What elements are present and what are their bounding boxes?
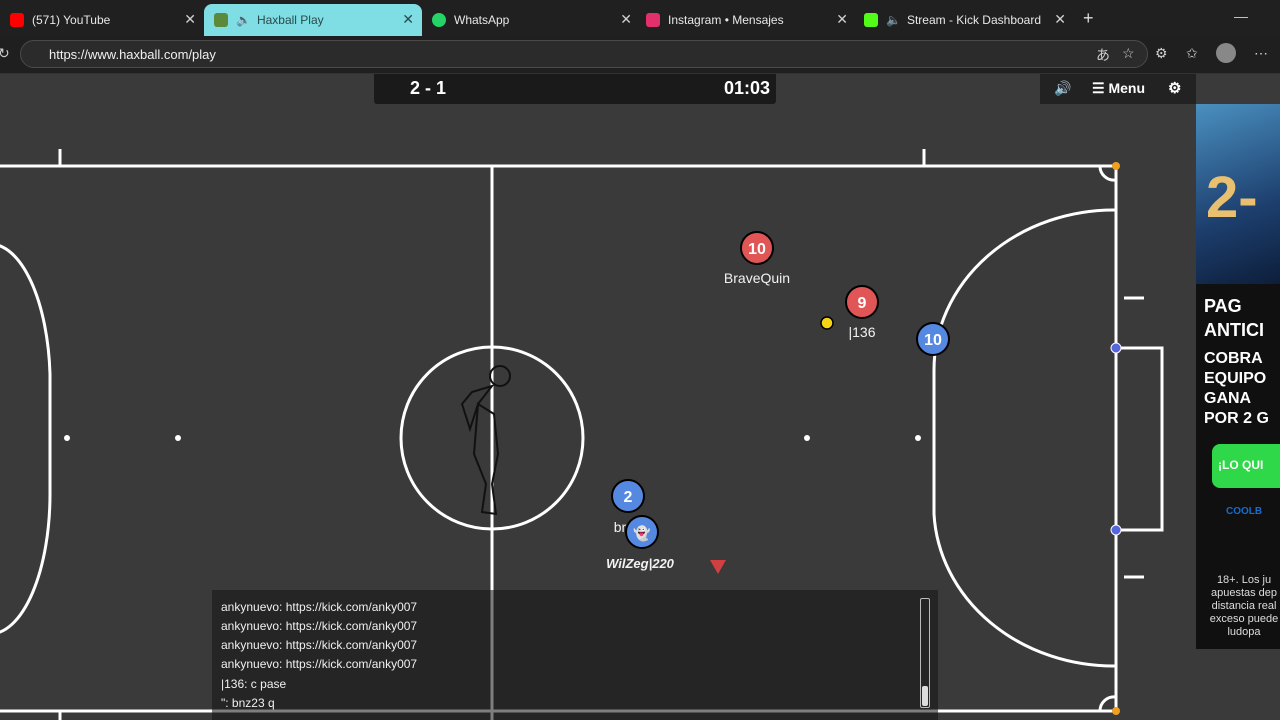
address-toolbar: ↻ https://www.haxball.com/play あ ☆ ⚙ ✩ ⋯ (0, 36, 1280, 74)
chat-message: ankynuevo: https://kick.com/anky007 (221, 638, 418, 652)
chat-message: ankynuevo: https://kick.com/anky007 (221, 600, 418, 614)
close-icon[interactable]: ✕ (1054, 11, 1066, 28)
close-icon[interactable]: ✕ (836, 11, 848, 28)
url-text[interactable]: https://www.haxball.com/play (49, 47, 216, 62)
left-area (0, 244, 52, 634)
ad-text: PAG (1204, 296, 1242, 316)
ad-headline: 2- (1206, 165, 1258, 230)
more-icon[interactable]: ⋯ (1254, 45, 1268, 62)
ad-brand: COOLB (1226, 506, 1263, 517)
score: 2 - 1 (410, 78, 447, 98)
minimize-icon[interactable]: — (1234, 8, 1248, 24)
close-icon[interactable]: ✕ (620, 11, 632, 28)
player-number: 9 (858, 295, 867, 312)
ad-text: GANA (1204, 390, 1252, 407)
advertisement[interactable]: 2- PAG ANTICI COBRA EQUIPO GANA POR 2 G … (1196, 104, 1280, 649)
ad-disclaimer: 18+. Los ju apuestas dep distancia real … (1209, 574, 1279, 638)
tab-haxball[interactable]: 🔈 Haxball Play ✕ (204, 4, 422, 36)
haxball-icon (214, 13, 228, 27)
youtube-icon (10, 13, 24, 27)
new-tab-icon[interactable]: + (1083, 8, 1094, 29)
star-icon[interactable]: ☆ (1122, 45, 1135, 62)
ad-text: ANTICI (1204, 320, 1264, 340)
tab-whatsapp[interactable]: WhatsApp ✕ (422, 4, 640, 36)
player-name: BraveQuin (723, 270, 791, 286)
gear-icon[interactable]: ⚙ (1168, 79, 1181, 97)
ball (820, 316, 834, 330)
reload-icon[interactable]: ↻ (0, 45, 10, 62)
ghost-icon: 👻 (633, 524, 651, 542)
translate-icon[interactable]: あ (1096, 45, 1110, 65)
chat-message: ankynuevo: https://kick.com/anky007 (221, 657, 418, 671)
address-bar[interactable]: https://www.haxball.com/play (20, 40, 1148, 68)
sound-icon[interactable]: 🔊 (1054, 80, 1071, 97)
close-icon[interactable]: ✕ (184, 11, 196, 28)
speaker-icon[interactable]: 🔈 (886, 13, 901, 27)
player-name: |136 (848, 324, 876, 340)
avatar[interactable] (1216, 43, 1236, 63)
kick-icon (864, 13, 878, 27)
chat-panel[interactable]: ankynuevo: https://kick.com/anky007 anky… (212, 590, 938, 720)
right-area (932, 208, 1117, 668)
ad-text: EQUIPO (1204, 370, 1267, 387)
game-canvas[interactable]: 10 9 10 2 👻 BraveQuin |136 br WilZeg|220… (0, 74, 1280, 720)
tab-kick[interactable]: 🔈 Stream - Kick Dashboard ✕ (854, 4, 1074, 36)
player-name: br (613, 519, 627, 535)
ad-text: COBRA (1204, 350, 1263, 367)
whatsapp-icon (432, 13, 446, 27)
indicator-arrow (710, 560, 726, 574)
menu-label: Menu (1108, 80, 1146, 96)
tab-strip: (571) YouTube ✕ 🔈 Haxball Play ✕ WhatsAp… (0, 0, 1280, 36)
menu-button[interactable]: ☰ Menu (1092, 80, 1145, 97)
timer: 01:03 (723, 78, 770, 98)
tab-instagram[interactable]: Instagram • Mensajes ✕ (636, 4, 856, 36)
close-icon[interactable]: ✕ (402, 11, 414, 28)
instagram-icon (646, 13, 660, 27)
goal-post (1110, 524, 1122, 536)
tab-title: Stream - Kick Dashboard (906, 13, 1042, 27)
tab-title: (571) YouTube (32, 13, 111, 27)
right-goal (1116, 346, 1164, 532)
player-number: 10 (924, 332, 942, 349)
speaker-icon[interactable]: 🔈 (236, 13, 251, 27)
player-silhouette (460, 365, 511, 516)
chat-message: |136: c pase (221, 677, 287, 691)
chat-scroll-thumb[interactable] (922, 686, 928, 706)
player-number: 2 (624, 489, 633, 506)
game-menu-bar: 🔊 ☰ Menu ⚙ (1040, 74, 1196, 104)
ad-text: POR 2 G (1204, 410, 1269, 427)
chat-message: ankynuevo: https://kick.com/anky007 (221, 619, 418, 633)
ad-cta-button[interactable]: ¡LO QUI (1212, 444, 1280, 488)
player-name: WilZeg|220 (606, 556, 674, 571)
tab-title: Haxball Play (256, 13, 324, 27)
scoreboard: 2 - 1 01:03 (374, 74, 776, 104)
chat-message: ": bnz23 q (221, 696, 275, 710)
goal-post (1110, 342, 1122, 354)
favorites-icon[interactable]: ✩ (1186, 45, 1198, 62)
tab-title: Instagram • Mensajes (668, 13, 784, 27)
extensions-icon[interactable]: ⚙ (1155, 45, 1168, 62)
tab-youtube[interactable]: (571) YouTube ✕ (0, 4, 204, 36)
tab-title: WhatsApp (454, 13, 510, 27)
player-number: 10 (748, 241, 766, 258)
